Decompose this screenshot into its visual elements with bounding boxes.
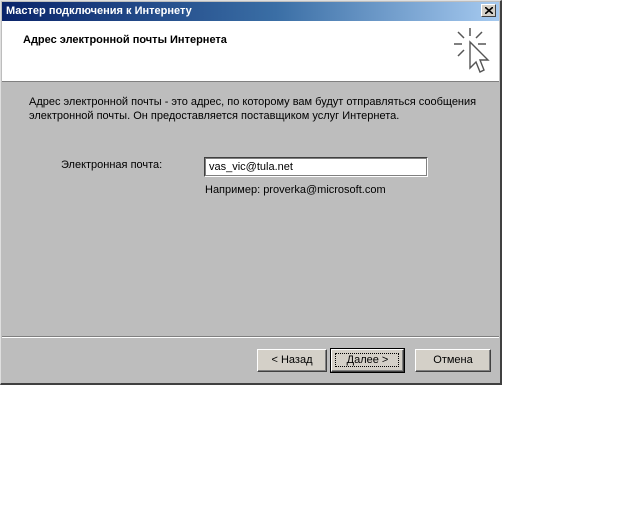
bottom-divider-highlight — [2, 337, 499, 338]
example-text: Например: proverka@microsoft.com — [205, 184, 386, 196]
cancel-button[interactable]: Отмена — [415, 349, 491, 372]
wizard-window: Мастер подключения к Интернету Адрес эле… — [0, 0, 502, 385]
next-button-label: Далее > — [346, 354, 389, 366]
email-field[interactable] — [204, 157, 428, 177]
back-button-label: < Назад — [271, 354, 313, 366]
close-button[interactable] — [481, 4, 496, 17]
window-title: Мастер подключения к Интернету — [6, 5, 192, 17]
wizard-cursor-icon — [454, 28, 490, 73]
next-button[interactable]: Далее > — [330, 348, 405, 373]
cancel-button-label: Отмена — [433, 354, 473, 366]
close-icon — [485, 7, 493, 14]
email-label: Электронная почта: — [61, 159, 163, 171]
page-title: Адрес электронной почты Интернета — [23, 34, 227, 46]
description-text: Адрес электронной почты - это адрес, по … — [29, 96, 477, 122]
title-bar[interactable]: Мастер подключения к Интернету — [2, 2, 499, 21]
wizard-header: Адрес электронной почты Интернета — [2, 21, 499, 82]
back-button[interactable]: < Назад — [257, 349, 327, 372]
